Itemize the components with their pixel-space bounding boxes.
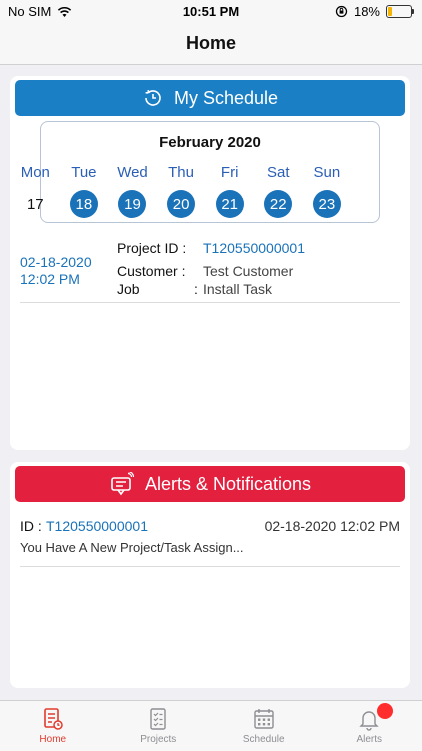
tab-home[interactable]: Home — [0, 701, 106, 751]
weekday-label: Wed — [108, 164, 157, 181]
weekday-label: Sat — [254, 164, 303, 181]
appointment-datetime: 02-18-2020 12:02 PM — [20, 254, 92, 288]
week-calendar: February 2020 Mon Tue Wed Thu Fri Sat Su… — [40, 121, 380, 223]
alerts-header[interactable]: Alerts & Notifications — [15, 466, 405, 502]
nav-bar: Home — [0, 24, 422, 65]
alerts-title: Alerts & Notifications — [145, 474, 311, 495]
weekday-label: Mon — [11, 164, 60, 181]
alerts-badge — [377, 703, 393, 719]
job-colon: : — [194, 281, 198, 297]
battery-fill — [388, 7, 392, 16]
tab-projects-label: Projects — [140, 734, 176, 745]
page-title: Home — [186, 33, 236, 53]
alert-id-label: ID : — [20, 518, 42, 534]
home-icon — [42, 707, 64, 731]
date-21[interactable]: 21 — [216, 190, 244, 218]
date-17[interactable]: 17 — [21, 190, 49, 218]
job-value: Install Task — [203, 281, 272, 297]
schedule-card: My Schedule February 2020 Mon Tue Wed Th… — [10, 76, 410, 450]
date-23[interactable]: 23 — [313, 190, 341, 218]
job-label: Job — [117, 281, 140, 297]
tab-alerts[interactable]: Alerts — [317, 701, 422, 751]
weekday-row: Mon Tue Wed Thu Fri Sat Sun — [11, 164, 409, 181]
tab-projects[interactable]: Projects — [106, 701, 212, 751]
divider — [20, 302, 400, 303]
notification-chat-icon — [109, 472, 135, 496]
alerts-card: Alerts & Notifications ID : T12055000000… — [10, 462, 410, 688]
clock-icon — [142, 87, 164, 109]
date-22[interactable]: 22 — [264, 190, 292, 218]
orientation-lock-icon — [335, 5, 348, 18]
alert-id-value: T120550000001 — [46, 518, 148, 534]
appointment-date: 02-18-2020 — [20, 254, 92, 271]
tab-schedule[interactable]: Schedule — [211, 701, 317, 751]
customer-value: Test Customer — [203, 263, 293, 279]
schedule-icon — [253, 707, 275, 731]
appointment-item[interactable]: 02-18-2020 12:02 PM Project ID : T120550… — [10, 236, 410, 302]
tab-alerts-label: Alerts — [356, 734, 382, 745]
alert-item[interactable]: ID : T120550000001 02-18-2020 12:02 PM Y… — [10, 514, 410, 570]
date-row: 17 18 19 20 21 22 23 — [11, 190, 409, 218]
battery-icon — [386, 5, 412, 18]
project-id-label: Project ID : — [117, 240, 186, 256]
status-bar: No SIM 10:51 PM 18% — [0, 0, 422, 24]
tab-home-label: Home — [39, 734, 66, 745]
date-20[interactable]: 20 — [167, 190, 195, 218]
project-id-value: T120550000001 — [203, 240, 305, 256]
battery-percent: 18% — [354, 4, 380, 19]
appointment-time: 12:02 PM — [20, 271, 92, 288]
calendar-month-label: February 2020 — [41, 134, 379, 151]
divider — [20, 566, 400, 567]
weekday-label: Fri — [205, 164, 254, 181]
alert-datetime: 02-18-2020 12:02 PM — [265, 518, 400, 534]
tab-schedule-label: Schedule — [243, 734, 285, 745]
customer-label: Customer : — [117, 263, 185, 279]
my-schedule-title: My Schedule — [174, 88, 278, 109]
date-18[interactable]: 18 — [70, 190, 98, 218]
date-19[interactable]: 19 — [118, 190, 146, 218]
weekday-label: Sun — [303, 164, 352, 181]
tab-bar: Home Projects Schedule Alerts — [0, 700, 422, 751]
alert-message: You Have A New Project/Task Assign... — [20, 540, 244, 555]
weekday-label: Tue — [60, 164, 109, 181]
projects-icon — [147, 707, 169, 731]
my-schedule-header[interactable]: My Schedule — [15, 80, 405, 116]
weekday-label: Thu — [157, 164, 206, 181]
